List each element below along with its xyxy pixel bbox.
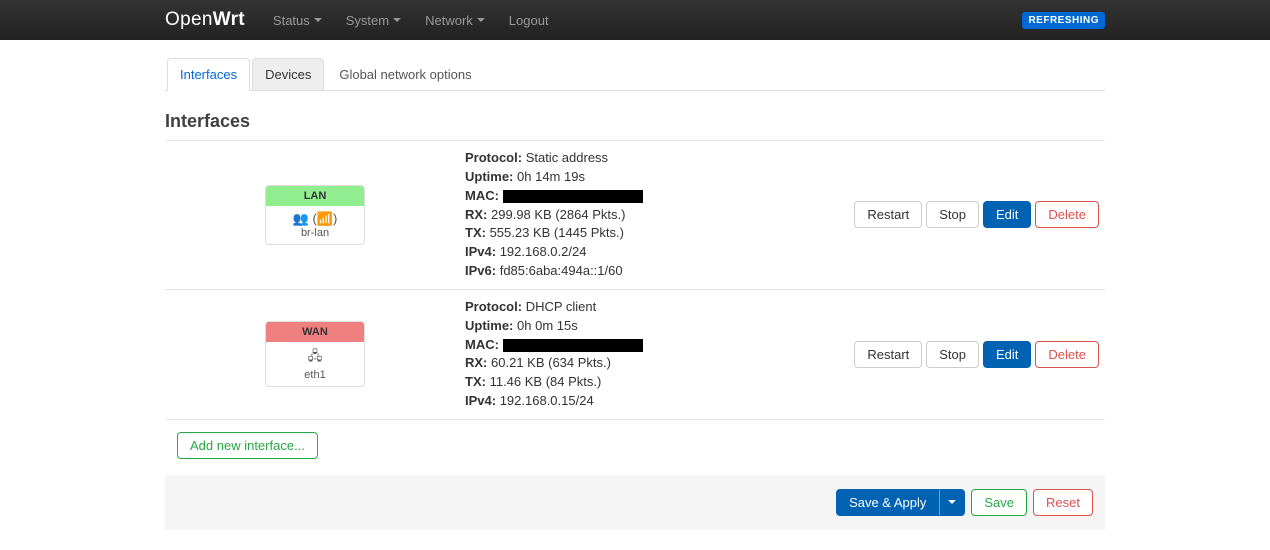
interface-info: Protocol: Static address Uptime: 0h 14m … <box>465 149 845 281</box>
mac-redacted <box>503 339 643 352</box>
nav-status[interactable]: Status <box>263 7 332 34</box>
ethernet-icon: 🖧 <box>270 347 360 369</box>
save-apply-dropdown[interactable] <box>939 489 965 516</box>
tab-interfaces[interactable]: Interfaces <box>167 58 250 91</box>
chevron-down-icon <box>948 500 956 504</box>
navbar: OpenWrt Status System Network Logout REF… <box>0 0 1270 40</box>
nav-menu: Status System Network Logout <box>263 7 1023 34</box>
nav-system[interactable]: System <box>336 7 411 34</box>
reset-button[interactable]: Reset <box>1033 489 1093 516</box>
tabs: Interfaces Devices Global network option… <box>165 58 1105 91</box>
interface-name: LAN <box>266 186 364 206</box>
delete-button[interactable]: Delete <box>1035 201 1099 228</box>
edit-button[interactable]: Edit <box>983 201 1031 228</box>
footer-actions: Save & Apply Save Reset <box>165 475 1105 530</box>
interface-row-wan: WAN 🖧 eth1 Protocol: DHCP client Uptime:… <box>165 290 1105 420</box>
save-apply-button[interactable]: Save & Apply <box>836 489 939 516</box>
save-apply-split: Save & Apply <box>836 489 965 516</box>
restart-button[interactable]: Restart <box>854 341 922 368</box>
nav-network[interactable]: Network <box>415 7 495 34</box>
edit-button[interactable]: Edit <box>983 341 1031 368</box>
chevron-down-icon <box>393 18 401 22</box>
mac-redacted <box>503 190 643 203</box>
delete-button[interactable]: Delete <box>1035 341 1099 368</box>
tab-devices[interactable]: Devices <box>252 58 324 91</box>
brand-logo[interactable]: OpenWrt <box>165 9 245 31</box>
add-interface-button[interactable]: Add new interface... <box>177 432 318 459</box>
interface-badge-lan[interactable]: LAN 👥 (📶) br-lan <box>265 185 365 245</box>
interfaces-table: LAN 👥 (📶) br-lan Protocol: Static addres… <box>165 140 1105 420</box>
interface-info: Protocol: DHCP client Uptime: 0h 0m 15s … <box>465 298 845 411</box>
save-button[interactable]: Save <box>971 489 1027 516</box>
chevron-down-icon <box>314 18 322 22</box>
interface-badge-wan[interactable]: WAN 🖧 eth1 <box>265 321 365 387</box>
interface-name: WAN <box>266 322 364 342</box>
nav-logout[interactable]: Logout <box>499 7 559 34</box>
bridge-icon: 👥 (📶) <box>270 211 360 227</box>
interface-row-lan: LAN 👥 (📶) br-lan Protocol: Static addres… <box>165 141 1105 290</box>
restart-button[interactable]: Restart <box>854 201 922 228</box>
interface-device: br-lan <box>270 227 360 239</box>
refreshing-badge: REFRESHING <box>1022 12 1105 29</box>
tab-global[interactable]: Global network options <box>326 58 484 91</box>
stop-button[interactable]: Stop <box>926 341 979 368</box>
chevron-down-icon <box>477 18 485 22</box>
interface-device: eth1 <box>270 369 360 381</box>
stop-button[interactable]: Stop <box>926 201 979 228</box>
page-title: Interfaces <box>165 111 1105 132</box>
